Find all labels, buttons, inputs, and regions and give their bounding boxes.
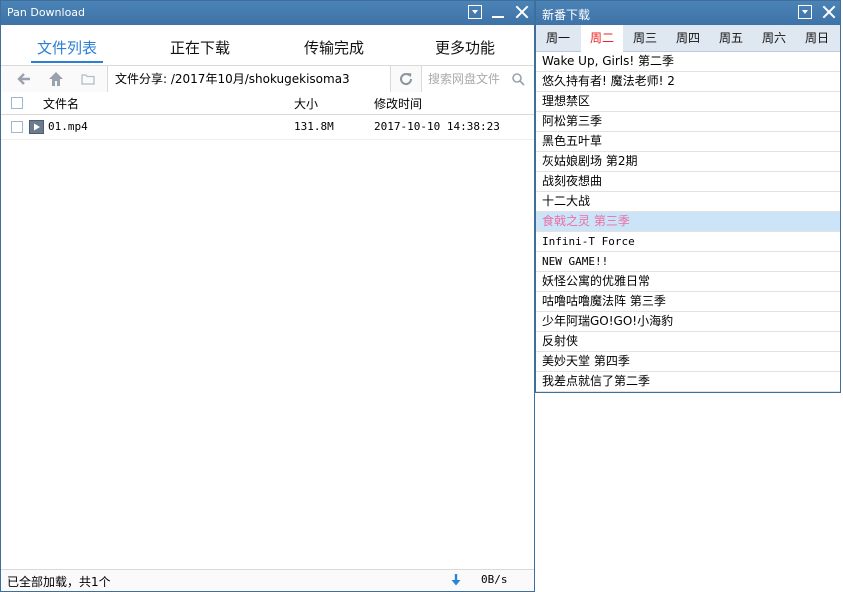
column-size[interactable]: 大小 bbox=[294, 95, 318, 112]
list-item[interactable]: Infini-T Force bbox=[536, 232, 840, 252]
list-item[interactable]: Wake Up, Girls! 第二季 bbox=[536, 52, 840, 72]
tab-monday[interactable]: 周一 bbox=[537, 25, 579, 51]
window-title: Pan Download bbox=[7, 6, 85, 19]
list-item[interactable]: 我差点就信了第二季 bbox=[536, 372, 840, 392]
list-item[interactable]: NEW GAME!! bbox=[536, 252, 840, 272]
search-input[interactable]: 搜索网盘文件 bbox=[421, 66, 533, 92]
list-item[interactable]: 悠久持有者! 魔法老师! 2 bbox=[536, 72, 840, 92]
list-item[interactable]: 黑色五叶草 bbox=[536, 132, 840, 152]
refresh-icon[interactable] bbox=[397, 70, 415, 88]
menu-dropdown-icon[interactable] bbox=[798, 5, 812, 19]
table-row[interactable]: 01.mp4 131.8M 2017-10-10 14:38:23 bbox=[1, 115, 534, 140]
file-mtime: 2017-10-10 14:38:23 bbox=[374, 120, 500, 133]
tab-downloading[interactable]: 正在下载 bbox=[164, 25, 236, 65]
status-bar: 已全部加载，共1个 0B/s bbox=[1, 569, 534, 591]
list-item[interactable]: 理想禁区 bbox=[536, 92, 840, 112]
list-item[interactable]: 战刻夜想曲 bbox=[536, 172, 840, 192]
tab-completed[interactable]: 传输完成 bbox=[298, 25, 370, 65]
file-size: 131.8M bbox=[294, 120, 334, 133]
file-name: 01.mp4 bbox=[48, 120, 88, 133]
minimize-icon[interactable] bbox=[491, 5, 505, 19]
main-titlebar[interactable]: Pan Download bbox=[1, 1, 534, 25]
tab-tuesday[interactable]: 周二 bbox=[581, 25, 623, 52]
search-placeholder: 搜索网盘文件 bbox=[428, 72, 500, 86]
anime-schedule-window: 新番下载 周一 周二 周三 周四 周五 周六 周日 Wake Up, Girls… bbox=[535, 0, 841, 393]
list-item[interactable]: 灰姑娘剧场 第2期 bbox=[536, 152, 840, 172]
navigation-bar: 文件分享: /2017年10月/shokugekisoma3 搜索网盘文件 bbox=[1, 65, 534, 93]
column-modified-time[interactable]: 修改时间 bbox=[374, 95, 422, 112]
list-item[interactable]: 十二大战 bbox=[536, 192, 840, 212]
status-text: 已全部加载，共1个 bbox=[7, 573, 111, 590]
pan-download-window: Pan Download 文件列表 正在下载 传输完成 更多功能 文件分享: /… bbox=[0, 0, 535, 592]
list-item[interactable]: 美妙天堂 第四季 bbox=[536, 352, 840, 372]
tab-thursday[interactable]: 周四 bbox=[667, 25, 709, 51]
path-address: 文件分享: /2017年10月/shokugekisoma3 bbox=[107, 66, 391, 92]
close-icon[interactable] bbox=[515, 5, 529, 19]
tab-sunday[interactable]: 周日 bbox=[796, 25, 838, 51]
anime-list: Wake Up, Girls! 第二季 悠久持有者! 魔法老师! 2 理想禁区 … bbox=[536, 52, 840, 392]
list-item[interactable]: 反射侠 bbox=[536, 332, 840, 352]
column-filename[interactable]: 文件名 bbox=[43, 95, 79, 112]
schedule-title: 新番下载 bbox=[542, 6, 590, 23]
list-item-selected[interactable]: 食戟之灵 第三季 bbox=[536, 212, 840, 232]
weekday-tabs: 周一 周二 周三 周四 周五 周六 周日 bbox=[536, 25, 840, 52]
list-item[interactable]: 阿松第三季 bbox=[536, 112, 840, 132]
tab-more-functions[interactable]: 更多功能 bbox=[429, 25, 501, 65]
folder-icon[interactable] bbox=[79, 70, 97, 88]
menu-dropdown-icon[interactable] bbox=[468, 5, 482, 19]
video-file-icon bbox=[29, 120, 44, 134]
tab-friday[interactable]: 周五 bbox=[710, 25, 752, 51]
tab-saturday[interactable]: 周六 bbox=[753, 25, 795, 51]
schedule-titlebar[interactable]: 新番下载 bbox=[536, 1, 840, 25]
tab-file-list[interactable]: 文件列表 bbox=[31, 25, 103, 65]
file-table-header: 文件名 大小 修改时间 bbox=[1, 92, 534, 115]
main-tabs: 文件列表 正在下载 传输完成 更多功能 bbox=[1, 25, 534, 65]
list-item[interactable]: 咕噜咕噜魔法阵 第三季 bbox=[536, 292, 840, 312]
download-arrow-icon bbox=[450, 573, 462, 587]
back-arrow-icon[interactable] bbox=[15, 70, 33, 88]
search-icon[interactable] bbox=[511, 72, 525, 86]
download-speed: 0B/s bbox=[481, 573, 508, 586]
close-icon[interactable] bbox=[822, 5, 836, 19]
list-item[interactable]: 妖怪公寓的优雅日常 bbox=[536, 272, 840, 292]
select-all-checkbox[interactable] bbox=[11, 97, 23, 109]
tab-wednesday[interactable]: 周三 bbox=[624, 25, 666, 51]
home-icon[interactable] bbox=[47, 70, 65, 88]
list-item[interactable]: 少年阿瑞GO!GO!小海豹 bbox=[536, 312, 840, 332]
row-checkbox[interactable] bbox=[11, 121, 23, 133]
